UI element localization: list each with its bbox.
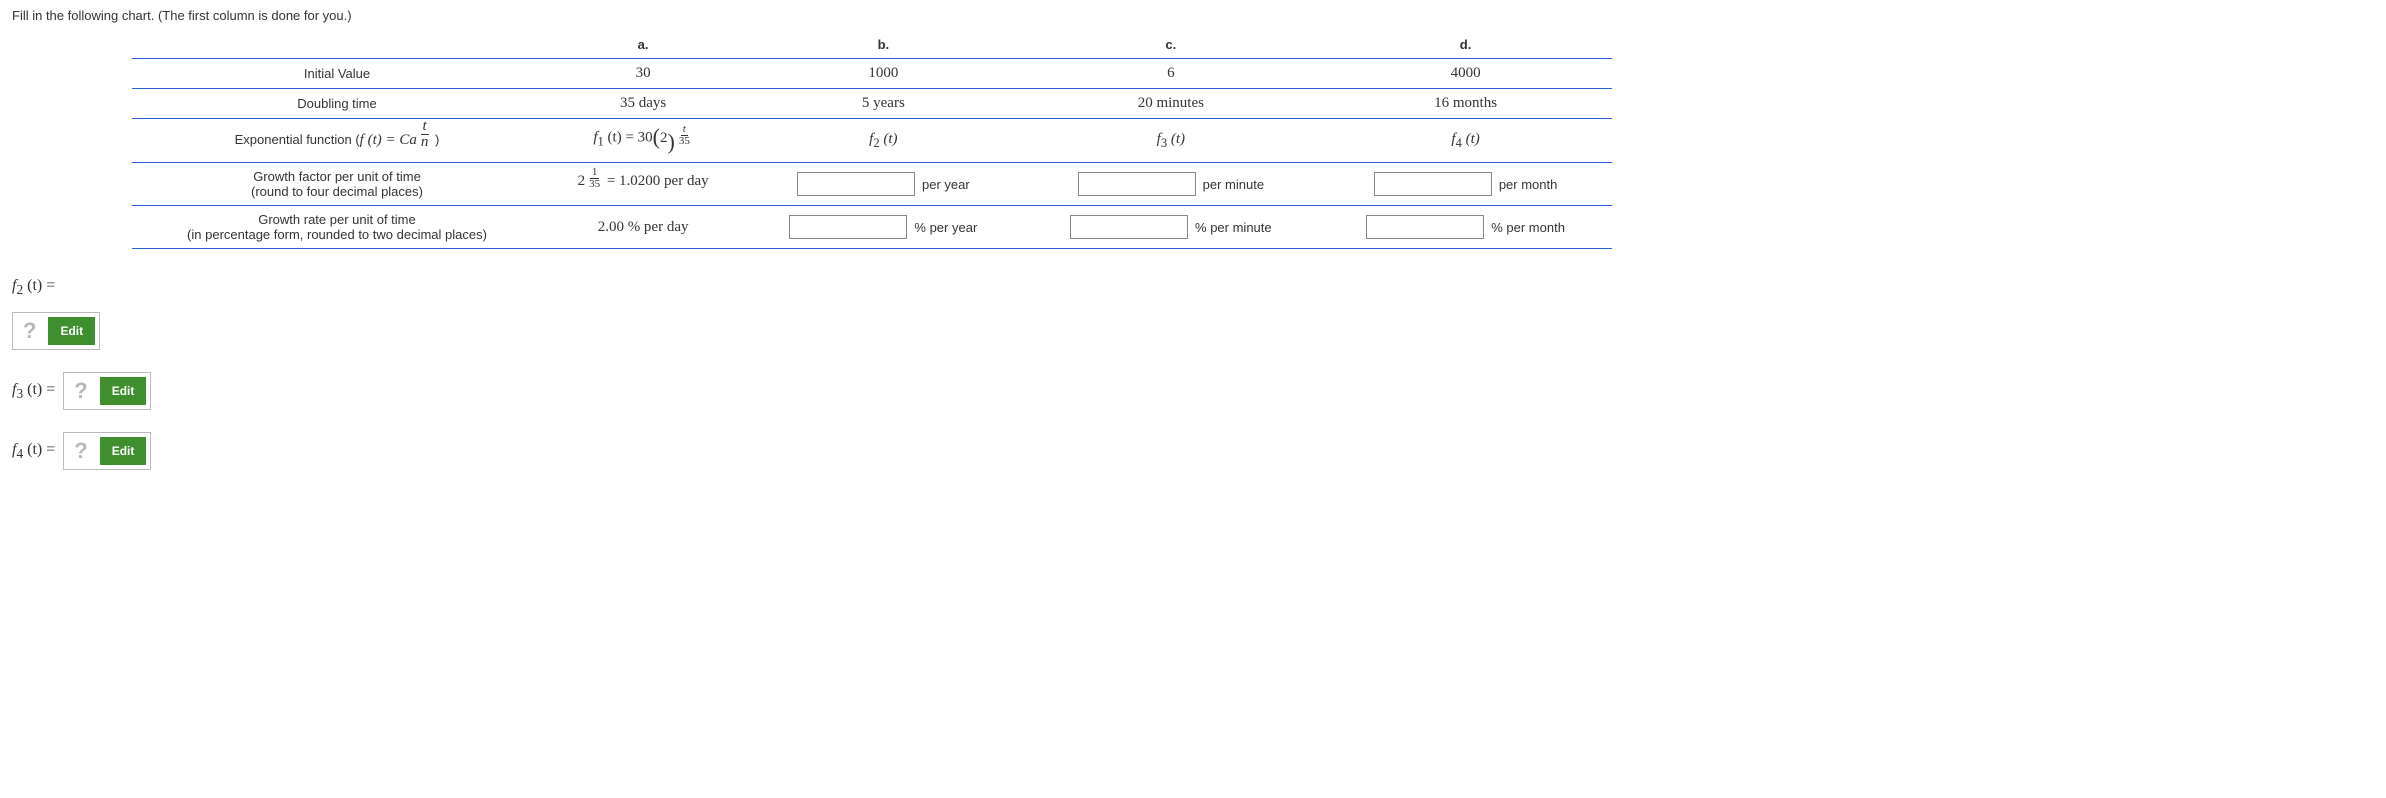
gf-a-den: 35 <box>587 179 602 190</box>
f3-edit-box[interactable]: ? Edit <box>63 372 151 410</box>
expfn-label-suffix: ) <box>431 132 439 147</box>
edit-button-f3[interactable]: Edit <box>100 377 147 405</box>
expfn-label-prefix: Exponential function ( <box>235 132 360 147</box>
f4-edit-box[interactable]: ? Edit <box>63 432 151 470</box>
gr-label-l2: (in percentage form, rounded to two deci… <box>142 227 532 242</box>
col-c-header: c. <box>1023 31 1320 59</box>
column-header-row: a. b. c. d. <box>132 31 1612 59</box>
gr-c-cell: % per minute <box>1023 206 1320 249</box>
gr-d-input[interactable] <box>1366 215 1484 239</box>
gr-label-l1: Growth rate per unit of time <box>142 212 532 227</box>
gf-a-num: 1 <box>590 167 600 179</box>
doubling-c: 20 minutes <box>1023 89 1320 119</box>
expfn-a-den: 35 <box>677 136 692 147</box>
gf-c-cell: per minute <box>1023 163 1320 206</box>
gf-a-base: 2 <box>578 173 586 190</box>
question-mark-icon: ? <box>68 438 93 464</box>
initial-b: 1000 <box>744 59 1022 89</box>
f3-label: f3 (t) = <box>12 381 55 402</box>
f4-label: f4 (t) = <box>12 441 55 462</box>
row-label-initial: Initial Value <box>132 59 542 89</box>
expfn-c: f3 (t) <box>1023 119 1320 163</box>
gr-c-input[interactable] <box>1070 215 1188 239</box>
row-label-growth-rate: Growth rate per unit of time (in percent… <box>132 206 542 249</box>
gr-b-input[interactable] <box>789 215 907 239</box>
col-b-header: b. <box>744 31 1022 59</box>
row-growth-factor: Growth factor per unit of time (round to… <box>132 163 1612 206</box>
expfn-a-mid: (t) = 30 <box>604 130 653 146</box>
gr-d-unit: % per month <box>1487 220 1565 235</box>
answers-section: f2 (t) = ? Edit f3 (t) = ? Edit f4 (t) =… <box>12 277 2374 470</box>
edit-button-f4[interactable]: Edit <box>100 437 147 465</box>
gf-c-input[interactable] <box>1078 172 1196 196</box>
initial-a: 30 <box>542 59 744 89</box>
doubling-b: 5 years <box>744 89 1022 119</box>
expfn-d: f4 (t) <box>1319 119 1612 163</box>
gf-d-unit: per month <box>1495 177 1558 192</box>
initial-c: 6 <box>1023 59 1320 89</box>
f2-edit-box[interactable]: ? Edit <box>12 312 100 350</box>
instruction-text: Fill in the following chart. (The first … <box>12 8 2374 23</box>
gr-d-cell: % per month <box>1319 206 1612 249</box>
gf-d-input[interactable] <box>1374 172 1492 196</box>
expfn-a-base: 2 <box>660 130 668 147</box>
gf-d-cell: per month <box>1319 163 1612 206</box>
col-d-header: d. <box>1319 31 1612 59</box>
gf-b-input[interactable] <box>797 172 915 196</box>
expfn-a: f1 (t) = 30(2)t35 <box>542 119 744 163</box>
expfn-b: f2 (t) <box>744 119 1022 163</box>
answer-f3: f3 (t) = ? Edit <box>12 372 2374 410</box>
row-label-expfn: Exponential function (f (t) = Catn ) <box>132 119 542 163</box>
gr-b-cell: % per year <box>744 206 1022 249</box>
edit-button-f2[interactable]: Edit <box>48 317 95 345</box>
question-mark-icon: ? <box>17 318 42 344</box>
row-label-doubling: Doubling time <box>132 89 542 119</box>
expfn-b-t: (t) <box>880 131 898 147</box>
answer-f2: f2 (t) = ? Edit <box>12 277 2374 350</box>
f2-label: f2 (t) = <box>12 277 55 298</box>
gf-label-l2: (round to four decimal places) <box>142 184 532 199</box>
gr-b-unit: % per year <box>910 220 977 235</box>
row-doubling-time: Doubling time 35 days 5 years 20 minutes… <box>132 89 1612 119</box>
gf-label-l1: Growth factor per unit of time <box>142 169 532 184</box>
gf-c-unit: per minute <box>1199 177 1264 192</box>
row-initial-value: Initial Value 30 1000 6 4000 <box>132 59 1612 89</box>
expfn-label-t: (t) = Ca <box>364 132 417 148</box>
f4-rest: (t) = <box>23 441 55 458</box>
gf-b-cell: per year <box>744 163 1022 206</box>
chart-table: a. b. c. d. Initial Value 30 1000 6 4000… <box>132 31 1612 249</box>
gf-b-unit: per year <box>918 177 970 192</box>
row-label-growth-factor: Growth factor per unit of time (round to… <box>132 163 542 206</box>
row-exponential-function: Exponential function (f (t) = Catn ) f1 … <box>132 119 1612 163</box>
gr-c-unit: % per minute <box>1191 220 1272 235</box>
gf-a-eq: = 1.0200 per day <box>603 173 709 189</box>
doubling-d: 16 months <box>1319 89 1612 119</box>
answer-f4: f4 (t) = ? Edit <box>12 432 2374 470</box>
initial-d: 4000 <box>1319 59 1612 89</box>
question-mark-icon: ? <box>68 378 93 404</box>
f3-rest: (t) = <box>23 381 55 398</box>
f2-rest: (t) = <box>23 277 55 294</box>
col-a-header: a. <box>542 31 744 59</box>
expfn-a-num: t <box>681 124 688 136</box>
expfn-d-t: (t) <box>1462 131 1480 147</box>
gf-a: 2135 = 1.0200 per day <box>542 163 744 206</box>
doubling-a: 35 days <box>542 89 744 119</box>
row-growth-rate: Growth rate per unit of time (in percent… <box>132 206 1612 249</box>
gr-a: 2.00 % per day <box>542 206 744 249</box>
expfn-c-t: (t) <box>1167 131 1185 147</box>
